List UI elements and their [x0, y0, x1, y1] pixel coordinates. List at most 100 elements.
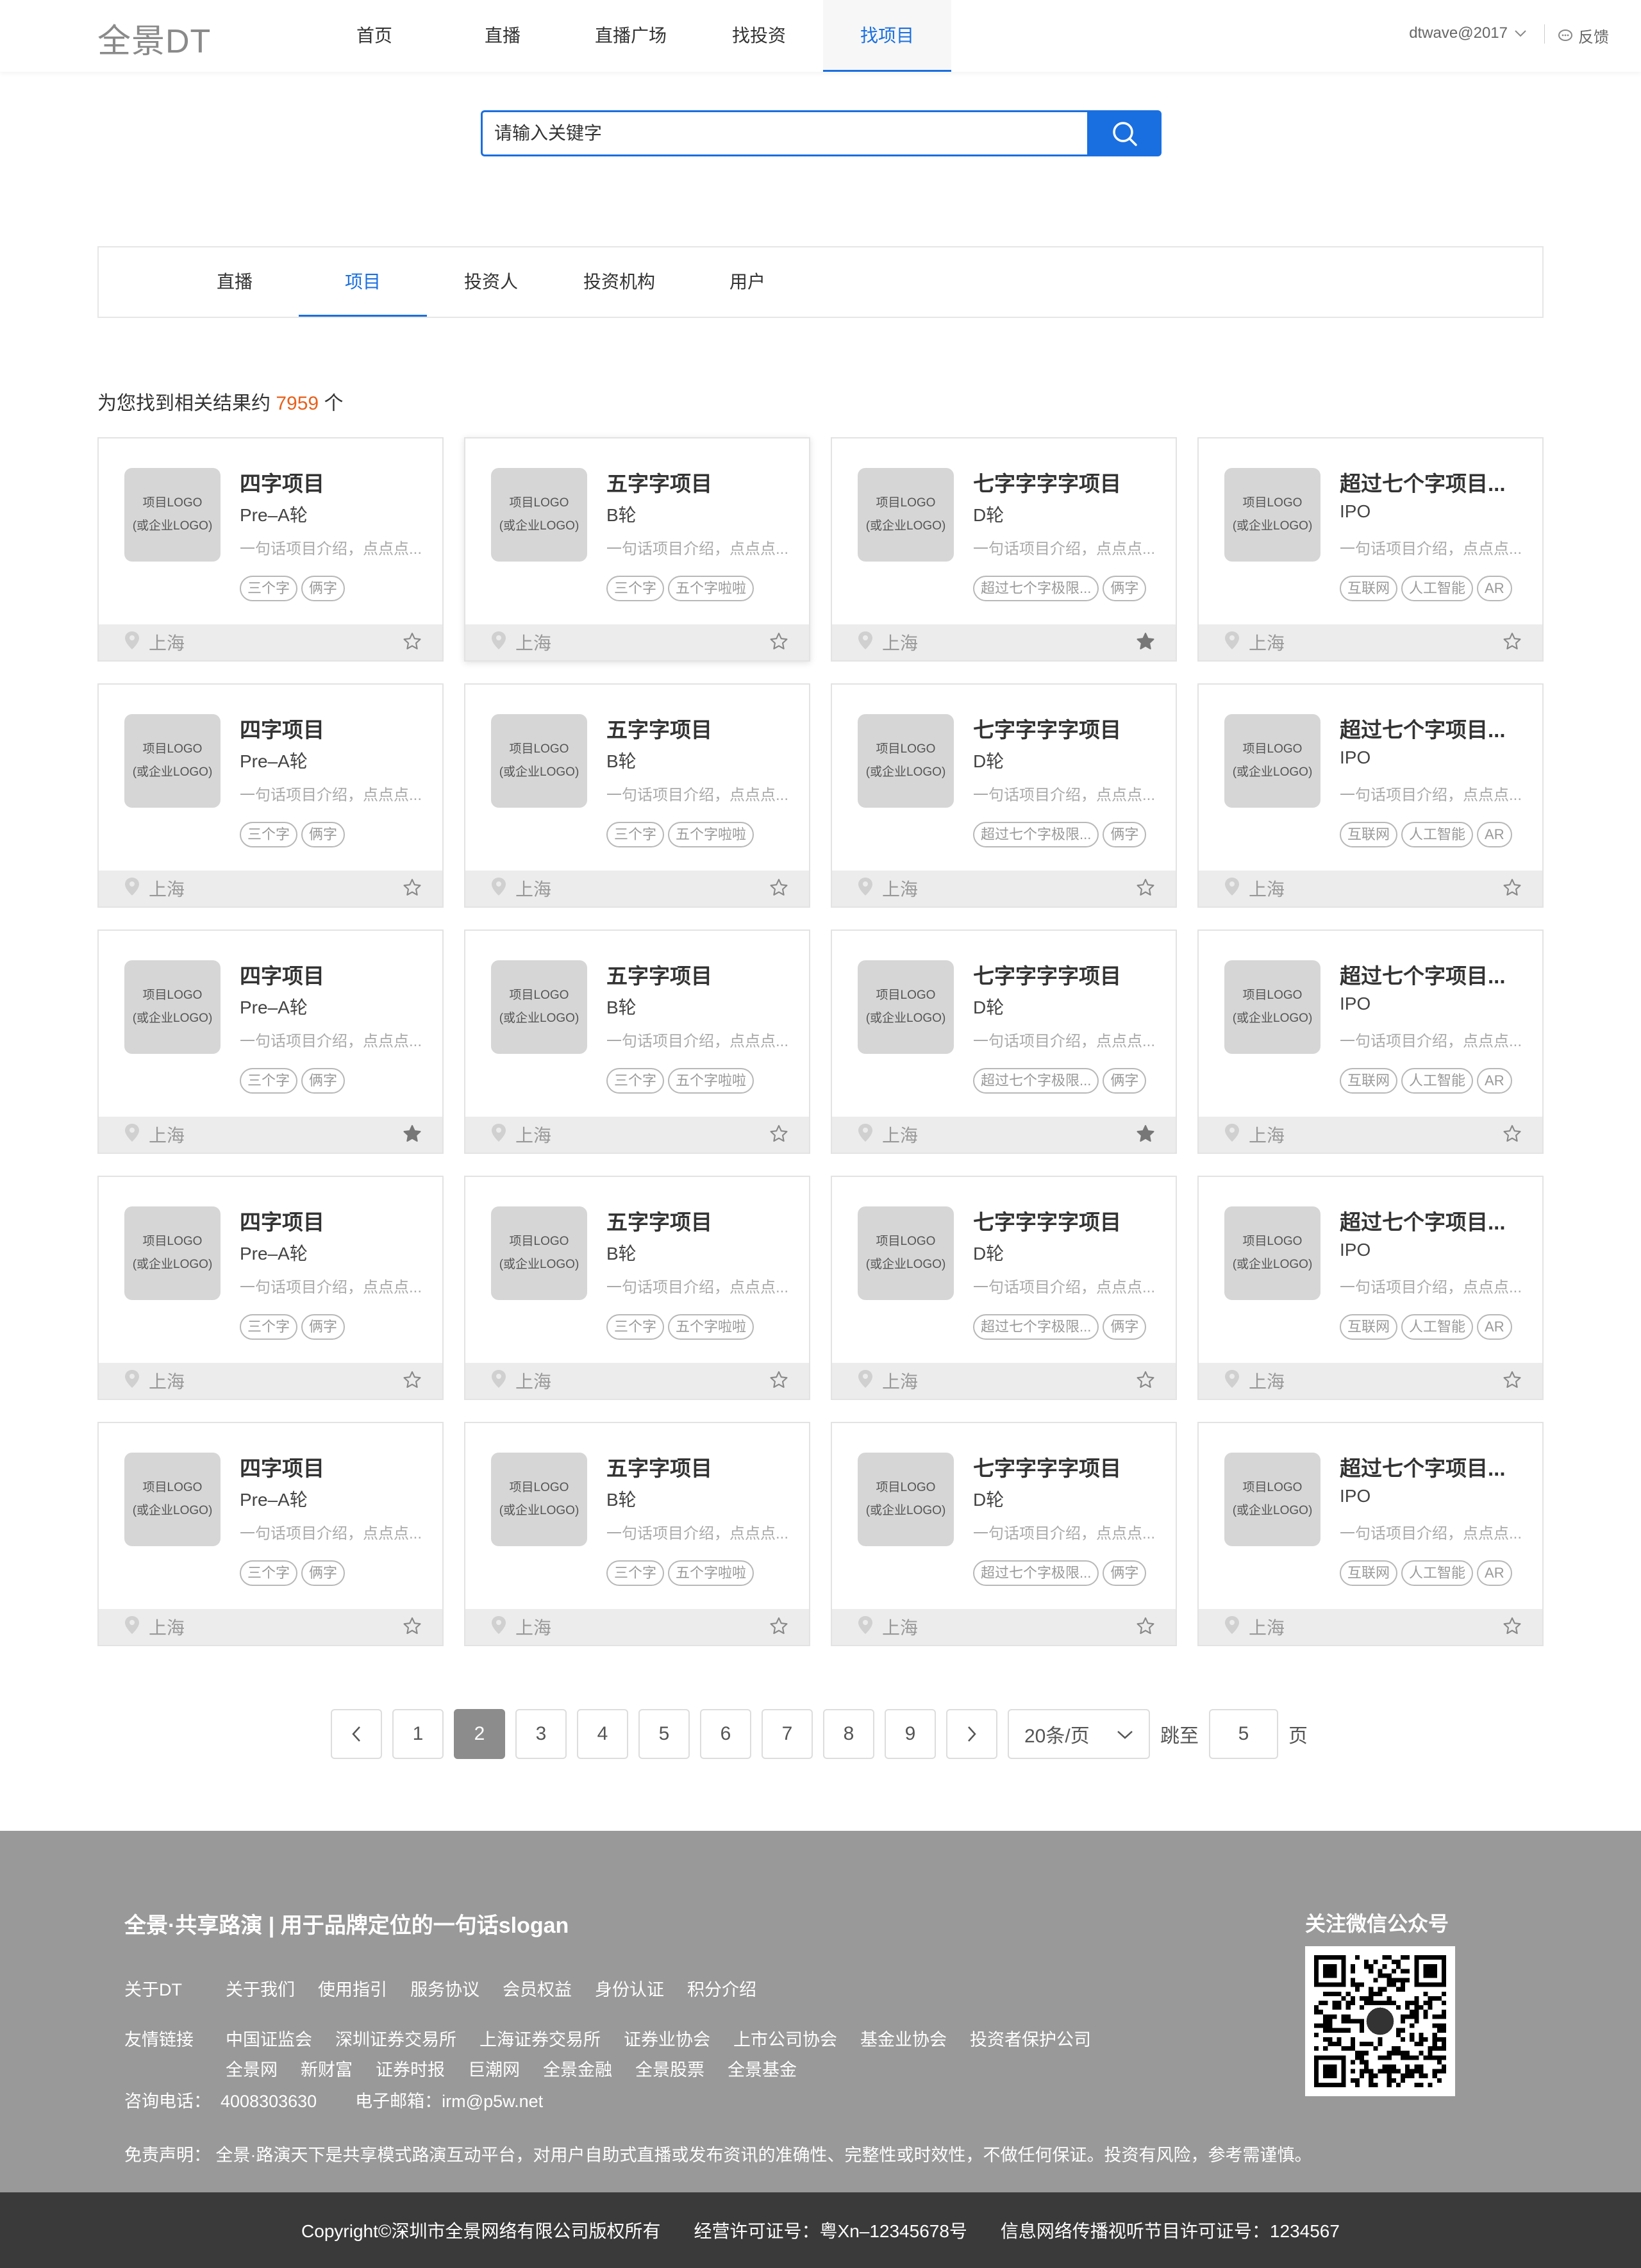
project-card[interactable]: 项目LOGO (或企业LOGO) 四字项目 Pre–A轮 一句话项目介绍，点点点... 三…	[97, 1176, 444, 1400]
footer-friend-link[interactable]: 证券时报	[376, 2056, 445, 2081]
project-title[interactable]: 四字项目	[240, 959, 324, 990]
project-card[interactable]: 项目LOGO (或企业LOGO) 七字字字字项目 D轮 一句话项目介绍，点点点... 超过…	[831, 1422, 1177, 1646]
star-outline-icon[interactable]	[1503, 632, 1522, 653]
tab-item[interactable]: 直播	[171, 247, 299, 317]
footer-about-link[interactable]: 服务协议	[410, 1976, 479, 2001]
project-card[interactable]: 项目LOGO (或企业LOGO) 超过七个字项目... IPO 一句话项目介绍，点点点.…	[1197, 437, 1544, 662]
project-title[interactable]: 超过七个字项目...	[1340, 467, 1506, 497]
project-card[interactable]: 项目LOGO (或企业LOGO) 五字字项目 B轮 一句话项目介绍，点点点... 三个字五…	[464, 437, 810, 662]
footer-about-link[interactable]: 积分介绍	[687, 1976, 756, 2001]
project-tag[interactable]: 俩字	[1103, 1560, 1147, 1586]
page-button[interactable]: 8	[823, 1709, 874, 1759]
footer-friend-link[interactable]: 证券业协会	[624, 2026, 710, 2051]
project-tag[interactable]: 超过七个字极限...	[973, 822, 1099, 847]
search-input[interactable]	[481, 110, 1087, 156]
star-outline-icon[interactable]	[769, 1617, 788, 1638]
tab-item[interactable]: 投资人	[427, 247, 555, 317]
project-title[interactable]: 超过七个字项目...	[1340, 713, 1506, 744]
footer-friend-link[interactable]: 全景金融	[543, 2056, 612, 2081]
footer-friend-link[interactable]: 全景基金	[728, 2056, 797, 2081]
project-tag[interactable]: 超过七个字极限...	[973, 576, 1099, 601]
project-title[interactable]: 超过七个字项目...	[1340, 959, 1506, 990]
project-tag[interactable]: 俩字	[301, 1068, 346, 1094]
star-outline-icon[interactable]	[403, 878, 422, 899]
star-filled-icon[interactable]	[1136, 1124, 1155, 1146]
star-outline-icon[interactable]	[403, 1371, 422, 1392]
project-title[interactable]: 七字字字字项目	[973, 959, 1121, 990]
project-title[interactable]: 五字字项目	[606, 1451, 712, 1482]
star-outline-icon[interactable]	[1136, 1371, 1155, 1392]
footer-friend-link[interactable]: 全景股票	[635, 2056, 704, 2081]
star-outline-icon[interactable]	[1503, 878, 1522, 899]
project-tag[interactable]: 人工智能	[1401, 576, 1474, 601]
tab-item[interactable]: 投资机构	[555, 247, 683, 317]
project-title[interactable]: 七字字字字项目	[973, 467, 1121, 497]
project-title[interactable]: 五字字项目	[606, 467, 712, 497]
star-filled-icon[interactable]	[1136, 632, 1155, 653]
nav-item[interactable]: 首页	[310, 0, 438, 72]
project-tag[interactable]: 五个字啦啦	[668, 1314, 754, 1340]
project-tag[interactable]: 五个字啦啦	[668, 1560, 754, 1586]
nav-item[interactable]: 找项目	[823, 0, 951, 72]
project-title[interactable]: 超过七个字项目...	[1340, 1451, 1506, 1482]
project-card[interactable]: 项目LOGO (或企业LOGO) 四字项目 Pre–A轮 一句话项目介绍，点点点... 三…	[97, 1422, 444, 1646]
footer-friend-link[interactable]: 巨潮网	[468, 2056, 520, 2081]
page-button[interactable]: 5	[638, 1709, 690, 1759]
project-card[interactable]: 项目LOGO (或企业LOGO) 七字字字字项目 D轮 一句话项目介绍，点点点... 超过…	[831, 683, 1177, 908]
star-outline-icon[interactable]	[769, 1124, 788, 1146]
project-tag[interactable]: 俩字	[1103, 822, 1147, 847]
nav-item[interactable]: 直播	[438, 0, 567, 72]
page-button[interactable]: 2	[454, 1709, 505, 1759]
project-tag[interactable]: 三个字	[606, 1068, 665, 1094]
footer-friend-link[interactable]: 中国证监会	[226, 2026, 312, 2051]
star-outline-icon[interactable]	[769, 878, 788, 899]
nav-item[interactable]: 找投资	[695, 0, 823, 72]
project-tag[interactable]: AR	[1477, 822, 1512, 847]
project-title[interactable]: 四字项目	[240, 1205, 324, 1236]
project-tag[interactable]: 五个字啦啦	[668, 576, 754, 601]
project-title[interactable]: 五字字项目	[606, 1205, 712, 1236]
page-button[interactable]: 3	[515, 1709, 567, 1759]
project-tag[interactable]: 人工智能	[1401, 1068, 1474, 1094]
next-page-button[interactable]	[946, 1709, 997, 1759]
project-tag[interactable]: 俩字	[1103, 576, 1147, 601]
tab-item[interactable]: 项目	[299, 247, 427, 317]
project-card[interactable]: 项目LOGO (或企业LOGO) 超过七个字项目... IPO 一句话项目介绍，点点点.…	[1197, 683, 1544, 908]
footer-friend-link[interactable]: 上市公司协会	[733, 2026, 837, 2051]
project-title[interactable]: 四字项目	[240, 1451, 324, 1482]
page-button[interactable]: 9	[885, 1709, 936, 1759]
project-tag[interactable]: 三个字	[240, 1314, 298, 1340]
project-tag[interactable]: 俩字	[301, 1314, 346, 1340]
project-tag[interactable]: 五个字啦啦	[668, 1068, 754, 1094]
star-outline-icon[interactable]	[403, 632, 422, 653]
project-tag[interactable]: 五个字啦啦	[668, 822, 754, 847]
project-title[interactable]: 七字字字字项目	[973, 1205, 1121, 1236]
footer-friend-link[interactable]: 投资者保护公司	[970, 2026, 1091, 2051]
project-title[interactable]: 七字字字字项目	[973, 713, 1121, 744]
project-tag[interactable]: 超过七个字极限...	[973, 1560, 1099, 1586]
footer-friend-link[interactable]: 新财富	[301, 2056, 353, 2081]
star-outline-icon[interactable]	[769, 1371, 788, 1392]
star-outline-icon[interactable]	[1136, 1617, 1155, 1638]
project-title[interactable]: 五字字项目	[606, 959, 712, 990]
project-card[interactable]: 项目LOGO (或企业LOGO) 超过七个字项目... IPO 一句话项目介绍，点点点.…	[1197, 1176, 1544, 1400]
project-tag[interactable]: 三个字	[240, 1068, 298, 1094]
project-card[interactable]: 项目LOGO (或企业LOGO) 超过七个字项目... IPO 一句话项目介绍，点点点.…	[1197, 1422, 1544, 1646]
project-tag[interactable]: 俩字	[301, 576, 346, 601]
project-tag[interactable]: 互联网	[1340, 1560, 1398, 1586]
page-button[interactable]: 4	[577, 1709, 628, 1759]
project-tag[interactable]: 互联网	[1340, 1068, 1398, 1094]
search-button[interactable]	[1087, 110, 1162, 156]
project-card[interactable]: 项目LOGO (或企业LOGO) 五字字项目 B轮 一句话项目介绍，点点点... 三个字五…	[464, 1176, 810, 1400]
nav-item[interactable]: 直播广场	[567, 0, 695, 72]
project-tag[interactable]: 人工智能	[1401, 1314, 1474, 1340]
project-card[interactable]: 项目LOGO (或企业LOGO) 七字字字字项目 D轮 一句话项目介绍，点点点... 超过…	[831, 930, 1177, 1154]
tab-item[interactable]: 用户	[683, 247, 812, 317]
project-tag[interactable]: 三个字	[606, 1560, 665, 1586]
project-tag[interactable]: AR	[1477, 1314, 1512, 1340]
project-card[interactable]: 项目LOGO (或企业LOGO) 四字项目 Pre–A轮 一句话项目介绍，点点点... 三…	[97, 437, 444, 662]
project-tag[interactable]: AR	[1477, 1068, 1512, 1094]
project-card[interactable]: 项目LOGO (或企业LOGO) 四字项目 Pre–A轮 一句话项目介绍，点点点... 三…	[97, 930, 444, 1154]
star-outline-icon[interactable]	[1503, 1617, 1522, 1638]
project-title[interactable]: 超过七个字项目...	[1340, 1205, 1506, 1236]
